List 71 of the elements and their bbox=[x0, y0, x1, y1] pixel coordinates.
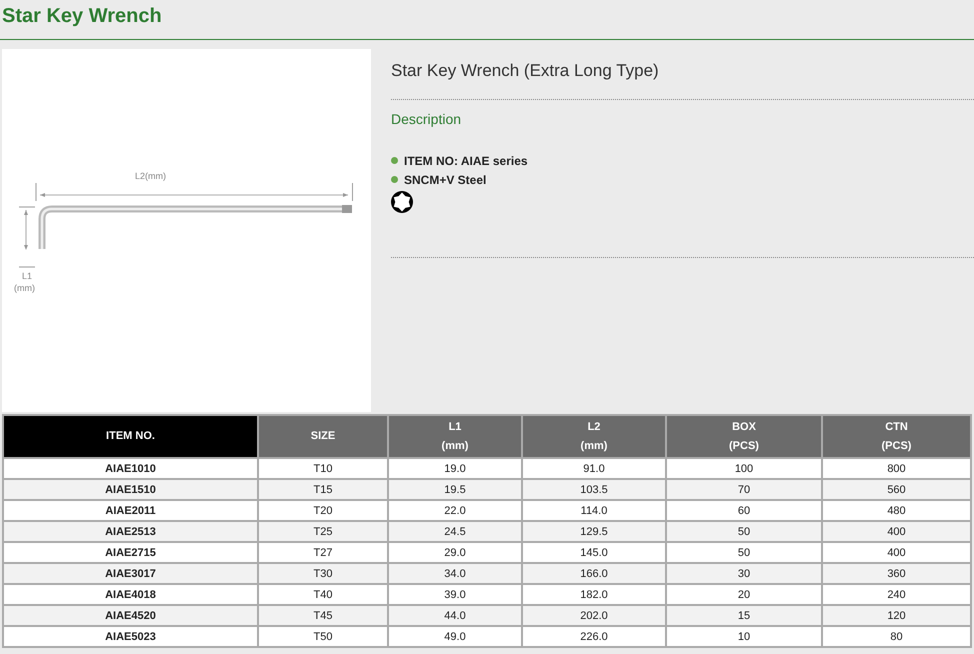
page-title: Star Key Wrench bbox=[0, 0, 974, 40]
table-cell: AIAE3017 bbox=[3, 563, 258, 584]
table-cell: 226.0 bbox=[522, 626, 666, 647]
table-cell: AIAE5023 bbox=[3, 626, 258, 647]
table-cell: 70 bbox=[666, 479, 822, 500]
table-cell: 480 bbox=[822, 500, 971, 521]
table-cell: 145.0 bbox=[522, 542, 666, 563]
table-cell: T25 bbox=[258, 521, 388, 542]
table-cell: T45 bbox=[258, 605, 388, 626]
table-cell: 400 bbox=[822, 521, 971, 542]
table-cell: T20 bbox=[258, 500, 388, 521]
table-cell: 114.0 bbox=[522, 500, 666, 521]
table-cell: 20 bbox=[666, 584, 822, 605]
table-cell: 50 bbox=[666, 542, 822, 563]
table-cell: 202.0 bbox=[522, 605, 666, 626]
table-cell: 103.5 bbox=[522, 479, 666, 500]
column-header: L2 (mm) bbox=[522, 415, 666, 458]
table-cell: 29.0 bbox=[388, 542, 522, 563]
table-cell: 240 bbox=[822, 584, 971, 605]
table-cell: AIAE4520 bbox=[3, 605, 258, 626]
table-cell: 129.5 bbox=[522, 521, 666, 542]
bullet-icon bbox=[391, 176, 398, 183]
column-header: CTN (PCS) bbox=[822, 415, 971, 458]
feature-text: ITEM NO: AIAE series bbox=[404, 154, 528, 168]
table-cell: 39.0 bbox=[388, 584, 522, 605]
table-cell: AIAE4018 bbox=[3, 584, 258, 605]
table-cell: T40 bbox=[258, 584, 388, 605]
table-cell: 34.0 bbox=[388, 563, 522, 584]
table-cell: T30 bbox=[258, 563, 388, 584]
table-cell: 19.5 bbox=[388, 479, 522, 500]
table-cell: AIAE1010 bbox=[3, 458, 258, 479]
bullet-icon bbox=[391, 157, 398, 164]
table-cell: 22.0 bbox=[388, 500, 522, 521]
table-cell: 400 bbox=[822, 542, 971, 563]
table-cell: AIAE2715 bbox=[3, 542, 258, 563]
dimension-label: L1 bbox=[22, 271, 32, 281]
table-cell: T27 bbox=[258, 542, 388, 563]
column-header: SIZE bbox=[258, 415, 388, 458]
table-cell: 49.0 bbox=[388, 626, 522, 647]
table-cell: T15 bbox=[258, 479, 388, 500]
table-cell: AIAE2513 bbox=[3, 521, 258, 542]
table-cell: 19.0 bbox=[388, 458, 522, 479]
table-cell: T10 bbox=[258, 458, 388, 479]
column-header: BOX (PCS) bbox=[666, 415, 822, 458]
dimension-label: L2(mm) bbox=[135, 171, 166, 181]
table-cell: T50 bbox=[258, 626, 388, 647]
section-heading: Description bbox=[391, 111, 462, 127]
column-header: ITEM NO. bbox=[3, 415, 258, 458]
table-cell: 60 bbox=[666, 500, 822, 521]
table-cell: 15 bbox=[666, 605, 822, 626]
feature-text: SNCM+V Steel bbox=[404, 172, 486, 186]
table-cell: 166.0 bbox=[522, 563, 666, 584]
table-cell: 560 bbox=[822, 479, 971, 500]
table-cell: 50 bbox=[666, 521, 822, 542]
table-cell: 800 bbox=[822, 458, 971, 479]
table-cell: 182.0 bbox=[522, 584, 666, 605]
table-cell: 30 bbox=[666, 563, 822, 584]
star-icon bbox=[391, 191, 413, 213]
table-cell: 24.5 bbox=[388, 521, 522, 542]
table-cell: 360 bbox=[822, 563, 971, 584]
table-cell: AIAE1510 bbox=[3, 479, 258, 500]
table-cell: 44.0 bbox=[388, 605, 522, 626]
dimension-label: (mm) bbox=[14, 283, 35, 293]
table-cell: 10 bbox=[666, 626, 822, 647]
table-cell: AIAE2011 bbox=[3, 500, 258, 521]
table-cell: 91.0 bbox=[522, 458, 666, 479]
table-cell: 120 bbox=[822, 605, 971, 626]
table-cell: 80 bbox=[822, 626, 971, 647]
table-cell: 100 bbox=[666, 458, 822, 479]
product-name: Star Key Wrench (Extra Long Type) bbox=[391, 61, 660, 81]
column-header: L1 (mm) bbox=[388, 415, 522, 458]
